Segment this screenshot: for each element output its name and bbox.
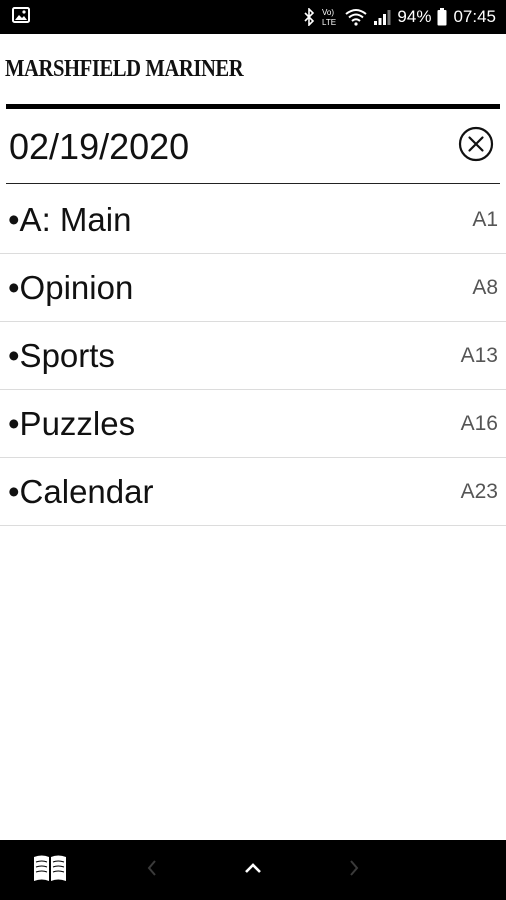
app-screen: Vo) LTE 94% 07:45 MARSHFIELD MARINER 02/… [0,0,506,900]
section-label: •Puzzles [8,404,136,442]
status-bar: Vo) LTE 94% 07:45 [0,0,506,34]
section-item-puzzles[interactable]: •Puzzles A16 [0,390,506,458]
section-list: •A: Main A1 •Opinion A8 •Sports A13 •Puz… [0,186,506,526]
signal-icon [373,8,391,26]
battery-percent: 94% [397,7,432,26]
svg-text:LTE: LTE [322,18,336,27]
previous-page-button[interactable] [122,840,182,900]
section-page-number: A1 [472,207,498,231]
circle-x-icon [458,126,494,167]
next-page-button[interactable] [324,840,384,900]
section-page-number: A23 [460,479,498,503]
bluetooth-icon [303,8,315,26]
section-item-main[interactable]: •A: Main A1 [0,186,506,254]
section-page-number: A8 [472,275,498,299]
section-label: •A: Main [8,200,132,238]
section-page-number: A16 [460,411,498,435]
battery-icon [437,8,447,26]
section-label: •Sports [8,336,115,374]
masthead-title: MARSHFIELD MARINER [5,56,244,82]
close-button[interactable] [456,126,496,167]
section-item-sports[interactable]: •Sports A13 [0,322,506,390]
section-label: •Calendar [8,472,154,510]
chevron-left-icon [145,858,159,883]
status-time: 07:45 [453,7,496,26]
edition-date: 02/19/2020 [9,125,190,167]
section-page-number: A13 [460,343,498,367]
svg-text:Vo): Vo) [322,8,334,17]
image-notification-icon [12,6,30,28]
open-book-button[interactable] [20,840,80,900]
chevron-right-icon [347,858,361,883]
up-button[interactable] [223,840,283,900]
bottom-navigation-bar [0,840,506,900]
masthead-divider [6,104,500,109]
chevron-up-icon [243,861,263,880]
wifi-icon [345,8,368,26]
edition-date-row: 02/19/2020 [6,110,500,184]
open-book-icon [32,853,68,888]
section-label: •Opinion [8,268,134,306]
section-item-calendar[interactable]: •Calendar A23 [0,458,506,526]
volte-icon: Vo) LTE [321,7,339,27]
section-item-opinion[interactable]: •Opinion A8 [0,254,506,322]
